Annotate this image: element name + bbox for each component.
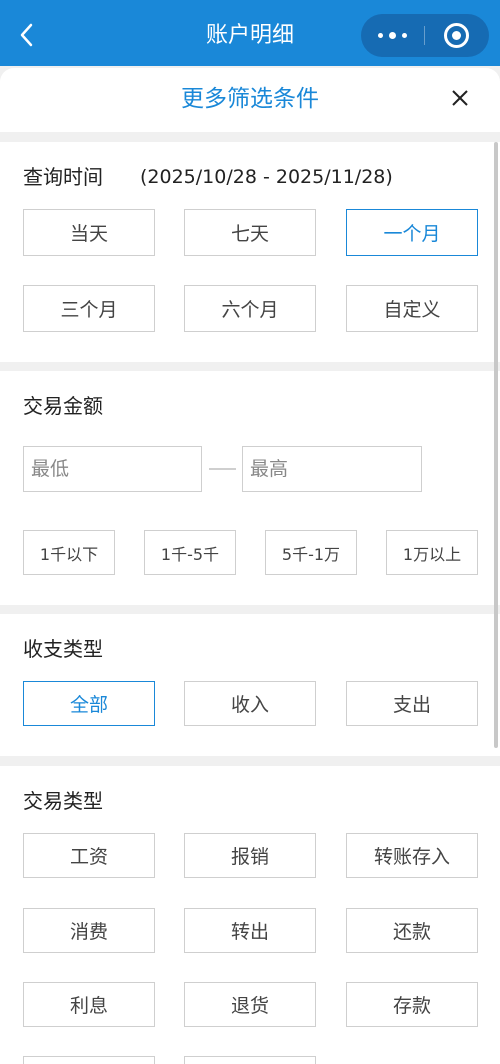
income-type-label: 收支类型 — [23, 637, 103, 661]
miniprogram-capsule — [361, 14, 489, 57]
filter-sheet-title: 更多筛选条件 — [181, 86, 319, 112]
amount-preset-1k-5k[interactable]: 1千-5千 — [144, 530, 236, 575]
time-option-today[interactable]: 当天 — [23, 209, 155, 256]
more-button[interactable] — [361, 14, 424, 57]
amount-max-input[interactable] — [242, 446, 422, 492]
navigation-bar: 账户明细 — [0, 0, 500, 66]
trade-option-partial[interactable] — [184, 1056, 316, 1064]
trade-option-interest[interactable]: 利息 — [23, 982, 155, 1027]
trade-option-salary[interactable]: 工资 — [23, 833, 155, 878]
time-option-custom[interactable]: 自定义 — [346, 285, 478, 332]
trade-option-transfer-out[interactable]: 转出 — [184, 908, 316, 953]
exit-button[interactable] — [425, 14, 489, 57]
close-x-icon[interactable] — [446, 84, 474, 112]
scrollbar[interactable] — [494, 142, 498, 748]
time-option-1month[interactable]: 一个月 — [346, 209, 478, 256]
amount-min-input[interactable] — [23, 446, 202, 492]
amount-preset-5k-10k[interactable]: 5千-1万 — [265, 530, 357, 575]
trade-option-repayment[interactable]: 还款 — [346, 908, 478, 953]
trade-option-consumption[interactable]: 消费 — [23, 908, 155, 953]
more-dots-icon — [378, 32, 408, 39]
query-time-range: (2025/10/28 - 2025/11/28) — [140, 166, 393, 188]
time-option-7days[interactable]: 七天 — [184, 209, 316, 256]
trade-option-return[interactable]: 退货 — [184, 982, 316, 1027]
trade-option-transfer-in[interactable]: 转账存入 — [346, 833, 478, 878]
time-option-6months[interactable]: 六个月 — [184, 285, 316, 332]
amount-preset-under-1k[interactable]: 1千以下 — [23, 530, 115, 575]
query-time-label: 查询时间 — [23, 165, 103, 189]
trade-option-partial[interactable] — [23, 1056, 155, 1064]
trade-option-reimbursement[interactable]: 报销 — [184, 833, 316, 878]
income-option-income[interactable]: 收入 — [184, 681, 316, 726]
time-option-3months[interactable]: 三个月 — [23, 285, 155, 332]
income-option-all[interactable]: 全部 — [23, 681, 155, 726]
target-close-icon — [444, 23, 469, 48]
trade-type-label: 交易类型 — [23, 789, 103, 813]
trade-option-deposit[interactable]: 存款 — [346, 982, 478, 1027]
income-option-expense[interactable]: 支出 — [346, 681, 478, 726]
amount-label: 交易金额 — [23, 394, 103, 418]
range-dash — [209, 468, 236, 470]
amount-preset-over-10k[interactable]: 1万以上 — [386, 530, 478, 575]
